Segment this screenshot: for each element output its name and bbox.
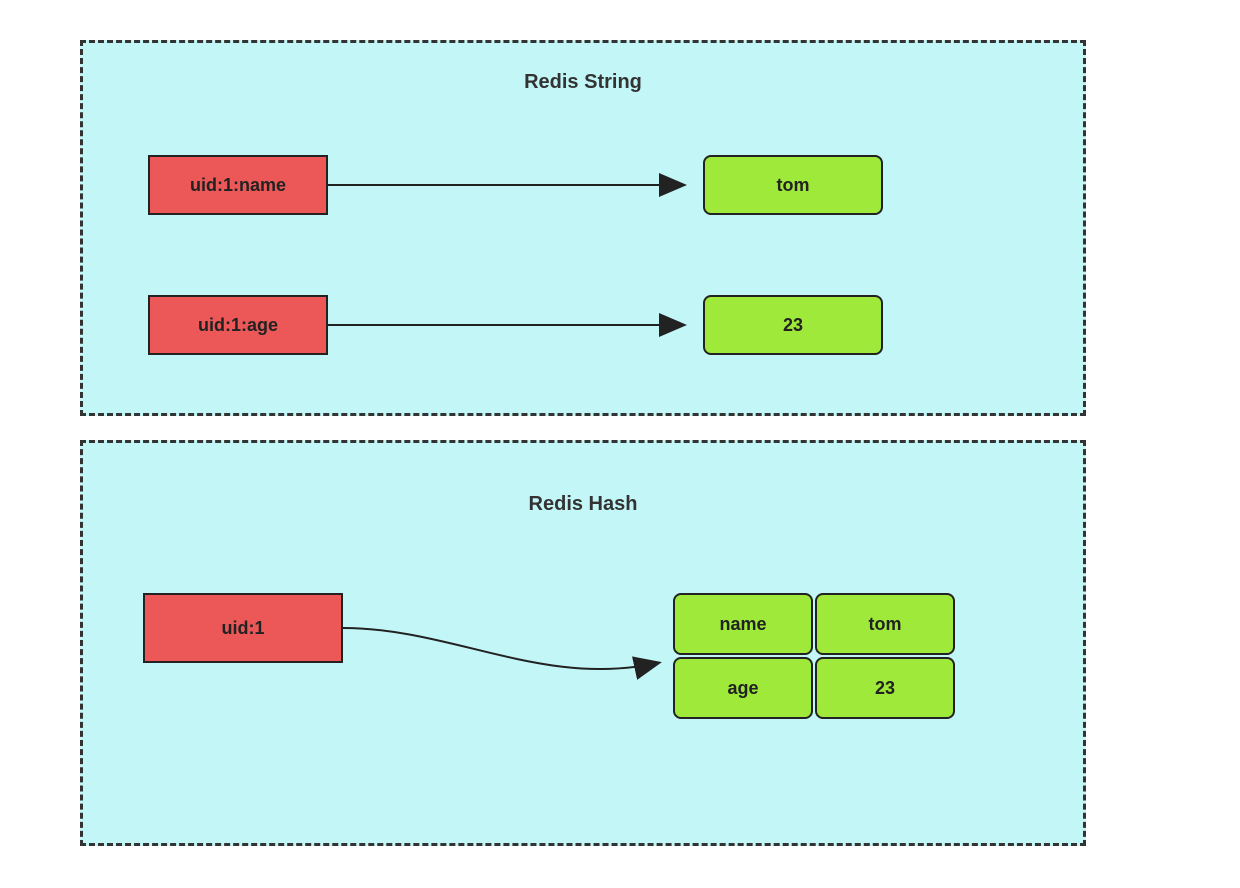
arrow-icon	[328, 155, 698, 215]
redis-hash-title: Redis Hash	[83, 493, 1083, 516]
redis-string-panel: Redis String uid:1:name tom uid:1:age 23	[80, 40, 1086, 416]
arrow-icon	[328, 295, 698, 355]
hash-key: uid:1	[143, 593, 343, 663]
redis-hash-panel: Redis Hash uid:1 name tom age 23	[80, 440, 1086, 846]
hash-field-1: name	[673, 593, 813, 655]
redis-string-title: Redis String	[83, 71, 1083, 94]
string-value-2: 23	[703, 295, 883, 355]
hash-value-2: 23	[815, 657, 955, 719]
hash-field-2: age	[673, 657, 813, 719]
string-key-1: uid:1:name	[148, 155, 328, 215]
hash-value-1: tom	[815, 593, 955, 655]
string-key-2: uid:1:age	[148, 295, 328, 355]
arrow-icon	[343, 593, 673, 713]
string-value-1: tom	[703, 155, 883, 215]
